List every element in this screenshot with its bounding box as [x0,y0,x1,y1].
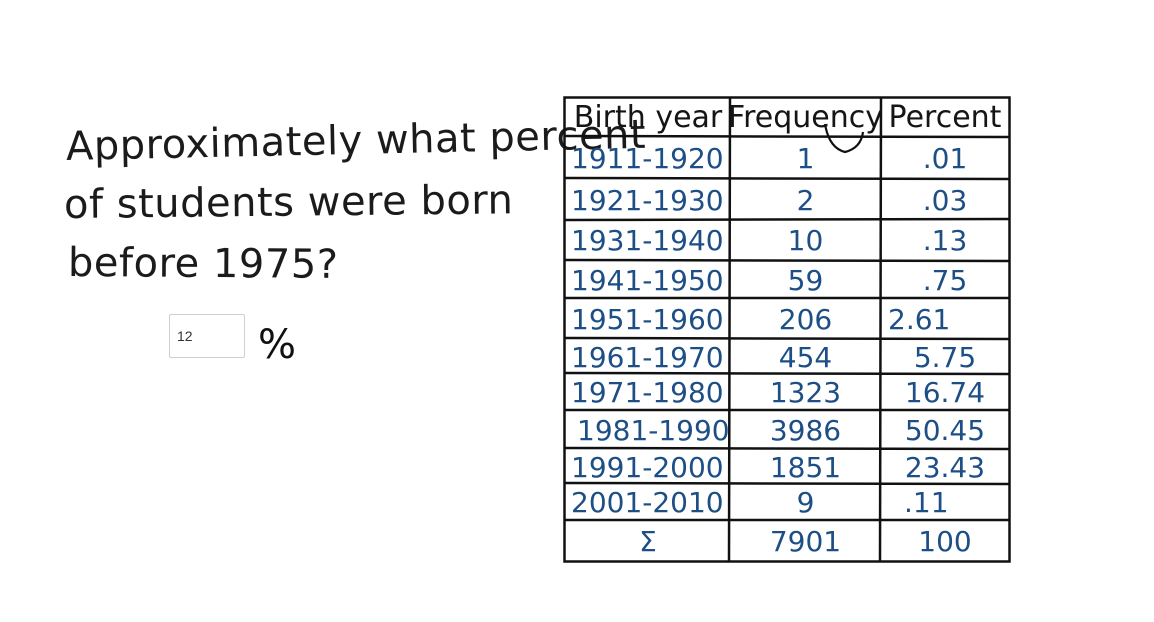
frequency-cell: 1 [796,141,815,175]
birth-year-cell: 1941-1950 [571,263,724,297]
row-divider [563,336,1011,341]
birth-year-cell: 1981-1990 [577,413,730,447]
percent-cell: .11 [904,486,949,519]
percent-cell: 2.61 [888,302,951,336]
percent-cell: .01 [922,141,968,175]
question-line-2: of students were born [63,177,514,228]
answer-input[interactable] [169,314,245,358]
frequency-cell: 454 [778,340,833,374]
percent-cell: 50.45 [904,413,986,447]
percent-cell: 23.43 [904,450,986,484]
frequency-total-cell: 7901 [769,524,842,558]
row-divider [563,446,1011,451]
question-text: Approximately what percent of students w… [63,112,647,292]
frequency-cell: 206 [778,302,833,336]
birth-year-cell: 1991-2000 [571,450,724,484]
birth-year-cell: 1971-1980 [571,376,724,409]
percent-unit: % [258,322,297,368]
birth-year-cell: 1911-1920 [571,141,724,175]
row-divider [563,258,1011,263]
question-line-1: Approximately what percent [65,111,647,170]
birth-year-cell: 1951-1960 [571,302,724,336]
column-divider-2 [878,96,883,563]
percent-total-cell: 100 [918,524,972,558]
frequency-cell: 59 [787,263,824,297]
header-percent: Percent [888,99,1002,135]
birth-year-table: Birth year Frequency Percent 1911-1920 1… [563,96,1011,563]
header-frequency: Frequency [728,99,883,135]
frequency-cell: 1323 [769,376,842,409]
row-divider [563,134,1011,139]
percent-cell: .75 [922,263,968,297]
frequency-cell: 1851 [769,450,842,484]
birth-year-cell: 1961-1970 [571,340,724,374]
frequency-cell: 3986 [769,413,842,447]
percent-cell: 5.75 [913,340,977,374]
percent-cell: .03 [922,183,968,217]
column-divider-1 [727,96,732,563]
percent-cell: 16.74 [904,376,986,409]
percent-cell: .13 [922,224,968,257]
frequency-cell: 2 [796,183,815,217]
birth-year-cell: 1931-1940 [571,224,724,257]
birth-year-cell: 2001-2010 [571,486,724,519]
birth-year-cell: 1921-1930 [571,183,724,217]
row-divider [563,176,1011,181]
frequency-cell: 10 [787,224,824,257]
question-line-3: before 1975? [67,240,339,288]
frequency-cell: 9 [796,486,815,519]
header-birth-year: Birth year [573,99,723,135]
sum-symbol-cell: Σ [639,524,657,558]
